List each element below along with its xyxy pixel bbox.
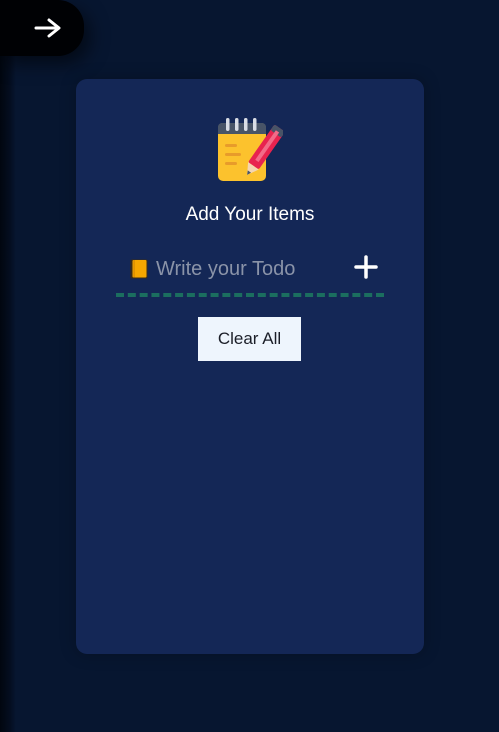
todo-page: Add Your Items Clear All — [0, 0, 499, 732]
notepad-pen-icon — [218, 118, 283, 181]
add-item-button[interactable] — [351, 252, 381, 282]
left-edge-shadow — [0, 0, 16, 732]
plus-icon — [354, 255, 378, 279]
todo-input[interactable] — [156, 255, 341, 283]
sidebar-toggle-button[interactable] — [0, 0, 84, 56]
book-icon — [130, 259, 148, 279]
card-title: Add Your Items — [185, 204, 315, 225]
todo-card: Add Your Items Clear All — [76, 79, 424, 654]
arrow-right-icon — [34, 18, 61, 38]
clear-all-button[interactable]: Clear All — [198, 317, 301, 361]
todo-input-row — [116, 249, 384, 297]
